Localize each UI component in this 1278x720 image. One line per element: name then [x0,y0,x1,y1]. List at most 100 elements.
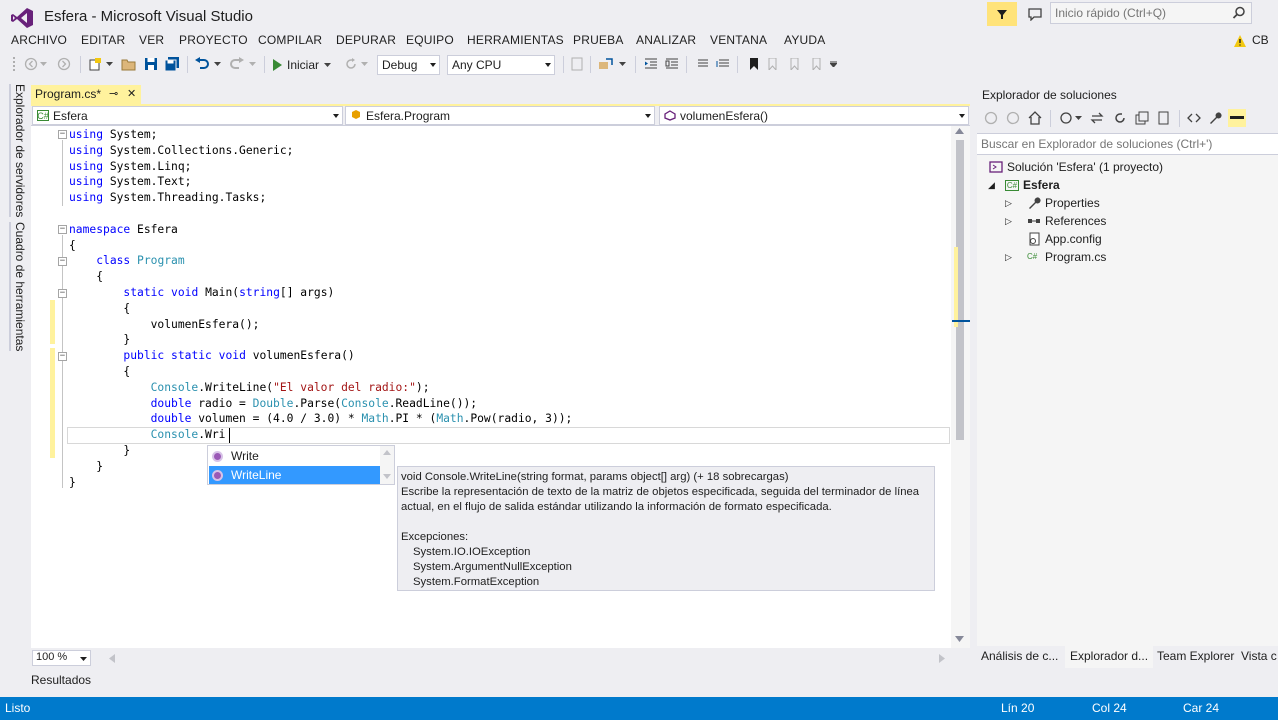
chevron-down-icon[interactable] [247,55,257,73]
solution-configuration-select[interactable]: Debug [377,55,440,75]
uncomment-lines-icon[interactable] [714,55,732,73]
menu-compilar[interactable]: COMPILAR [258,33,322,47]
previous-bookmark-icon[interactable] [764,55,782,73]
refresh-icon[interactable] [342,55,360,73]
code-line[interactable]: volumenEsfera(); [69,317,260,333]
find-in-files-icon[interactable] [568,55,586,73]
code-line[interactable]: using System; [69,127,157,143]
menu-ventana[interactable]: VENTANA [710,33,767,47]
home-icon[interactable] [1026,109,1044,127]
show-all-files-icon[interactable] [1155,109,1173,127]
menu-editar[interactable]: EDITAR [81,33,125,47]
chevron-down-icon[interactable] [38,55,48,73]
properties-wrench-icon[interactable] [1206,109,1224,127]
toolbar-grip[interactable] [12,56,16,73]
scroll-left-arrow-icon[interactable] [109,654,115,663]
menu-equipo[interactable]: EQUIPO [406,33,454,47]
tab-solution-explorer[interactable]: Explorador d... [1065,646,1154,668]
collapse-toggle[interactable]: − [58,225,67,234]
collapse-toggle[interactable]: − [58,352,67,361]
new-project-icon[interactable] [86,55,104,73]
code-line[interactable]: class Program [69,253,184,269]
tree-node-app-config[interactable]: App.config [1027,230,1102,248]
feedback-icon[interactable] [1022,2,1048,26]
toolbox-tab[interactable]: Cuadro de herramientas [9,222,27,352]
code-line[interactable]: using System.Threading.Tasks; [69,190,266,206]
menu-ayuda[interactable]: AYUDA [784,33,825,47]
back-icon[interactable] [982,109,1000,127]
code-line[interactable]: Console.Wri [69,427,226,443]
notification-flag-icon[interactable] [987,2,1017,26]
collapse-toggle[interactable]: − [58,257,67,266]
output-window-tab[interactable]: Resultados [31,673,91,687]
collapse-all-icon[interactable] [1133,109,1151,127]
tab-class-view[interactable]: Vista c [1241,649,1277,663]
save-icon[interactable] [142,55,160,73]
code-line[interactable]: } [69,475,76,491]
chevron-down-icon[interactable] [1073,109,1083,127]
navigate-forward-icon[interactable] [55,55,73,73]
completion-item[interactable]: Write [209,447,381,465]
chevron-down-icon[interactable] [359,55,369,73]
menu-ver[interactable]: VER [139,33,164,47]
menu-herramientas[interactable]: HERRAMIENTAS [467,33,564,47]
start-debugging-button[interactable]: Iniciar [272,56,332,74]
code-line[interactable]: { [69,269,103,285]
code-line[interactable]: using System.Linq; [69,159,191,175]
code-line[interactable]: } [69,332,130,348]
intellisense-completion-list[interactable]: Write WriteLine [207,445,395,485]
next-bookmark-icon[interactable] [786,55,804,73]
open-file-icon[interactable] [120,55,138,73]
comment-lines-icon[interactable] [693,55,711,73]
close-icon[interactable]: ✕ [127,87,136,100]
tab-code-analysis[interactable]: Análisis de c... [981,649,1058,663]
code-line[interactable]: { [69,301,130,317]
code-line[interactable]: } [69,459,103,475]
chevron-down-icon[interactable] [212,55,222,73]
editor-vertical-scrollbar[interactable] [951,126,970,648]
tree-node-properties[interactable]: Properties [1027,194,1100,212]
expanded-arrow-icon[interactable]: ◢ [988,181,995,191]
menu-analizar[interactable]: ANALIZAR [636,33,696,47]
collapsed-arrow-icon[interactable]: ▷ [1005,199,1012,209]
code-line[interactable]: double radio = Double.Parse(Console.Read… [69,396,477,412]
code-line[interactable]: { [69,238,76,254]
scroll-up-arrow-icon[interactable] [383,450,391,455]
scroll-up-arrow-icon[interactable] [955,128,964,134]
tree-node-program-cs[interactable]: C# Program.cs [1027,248,1106,266]
search-icon[interactable] [1232,6,1246,20]
scroll-down-arrow-icon[interactable] [383,474,391,479]
quick-launch-input[interactable] [1055,5,1225,21]
tree-node-solution[interactable]: Solución 'Esfera' (1 proyecto) [989,158,1163,176]
preview-selected-icon[interactable] [1228,109,1246,127]
document-tab-program-cs[interactable]: Program.cs* ⊸ ✕ [31,85,141,105]
collapsed-arrow-icon[interactable]: ▷ [1005,253,1012,263]
collapsed-arrow-icon[interactable]: ▷ [1005,217,1012,227]
tree-node-project[interactable]: C# Esfera [1005,176,1060,194]
solution-platform-select[interactable]: Any CPU [447,55,555,75]
forward-icon[interactable] [1004,109,1022,127]
pin-icon[interactable]: ⊸ [109,87,118,100]
menu-prueba[interactable]: PRUEBA [573,33,624,47]
toolbar-overflow-icon[interactable] [828,55,838,73]
collapse-toggle[interactable]: − [58,289,67,298]
code-line[interactable]: Console.WriteLine("El valor del radio:")… [69,380,430,396]
attach-process-icon[interactable] [597,55,615,73]
tab-team-explorer[interactable]: Team Explorer [1157,649,1234,663]
outdent-icon[interactable] [663,55,681,73]
solution-explorer-search-box[interactable] [977,133,1278,155]
code-line[interactable]: using System.Text; [69,174,191,190]
editor-horizontal-scrollbar[interactable] [31,648,970,666]
quick-launch-box[interactable] [1050,2,1252,24]
server-explorer-tab[interactable]: Explorador de servidores [9,84,27,218]
code-line[interactable]: using System.Collections.Generic; [69,143,293,159]
undo-icon[interactable] [193,55,211,73]
menu-proyecto[interactable]: PROYECTO [179,33,248,47]
redo-icon[interactable] [228,55,246,73]
menu-archivo[interactable]: ARCHIVO [11,33,67,47]
completion-scrollbar[interactable] [380,446,394,484]
completion-item-selected[interactable]: WriteLine [209,466,381,484]
save-all-icon[interactable] [163,55,181,73]
project-select[interactable]: C# Esfera [32,106,343,125]
scroll-down-arrow-icon[interactable] [955,636,964,642]
